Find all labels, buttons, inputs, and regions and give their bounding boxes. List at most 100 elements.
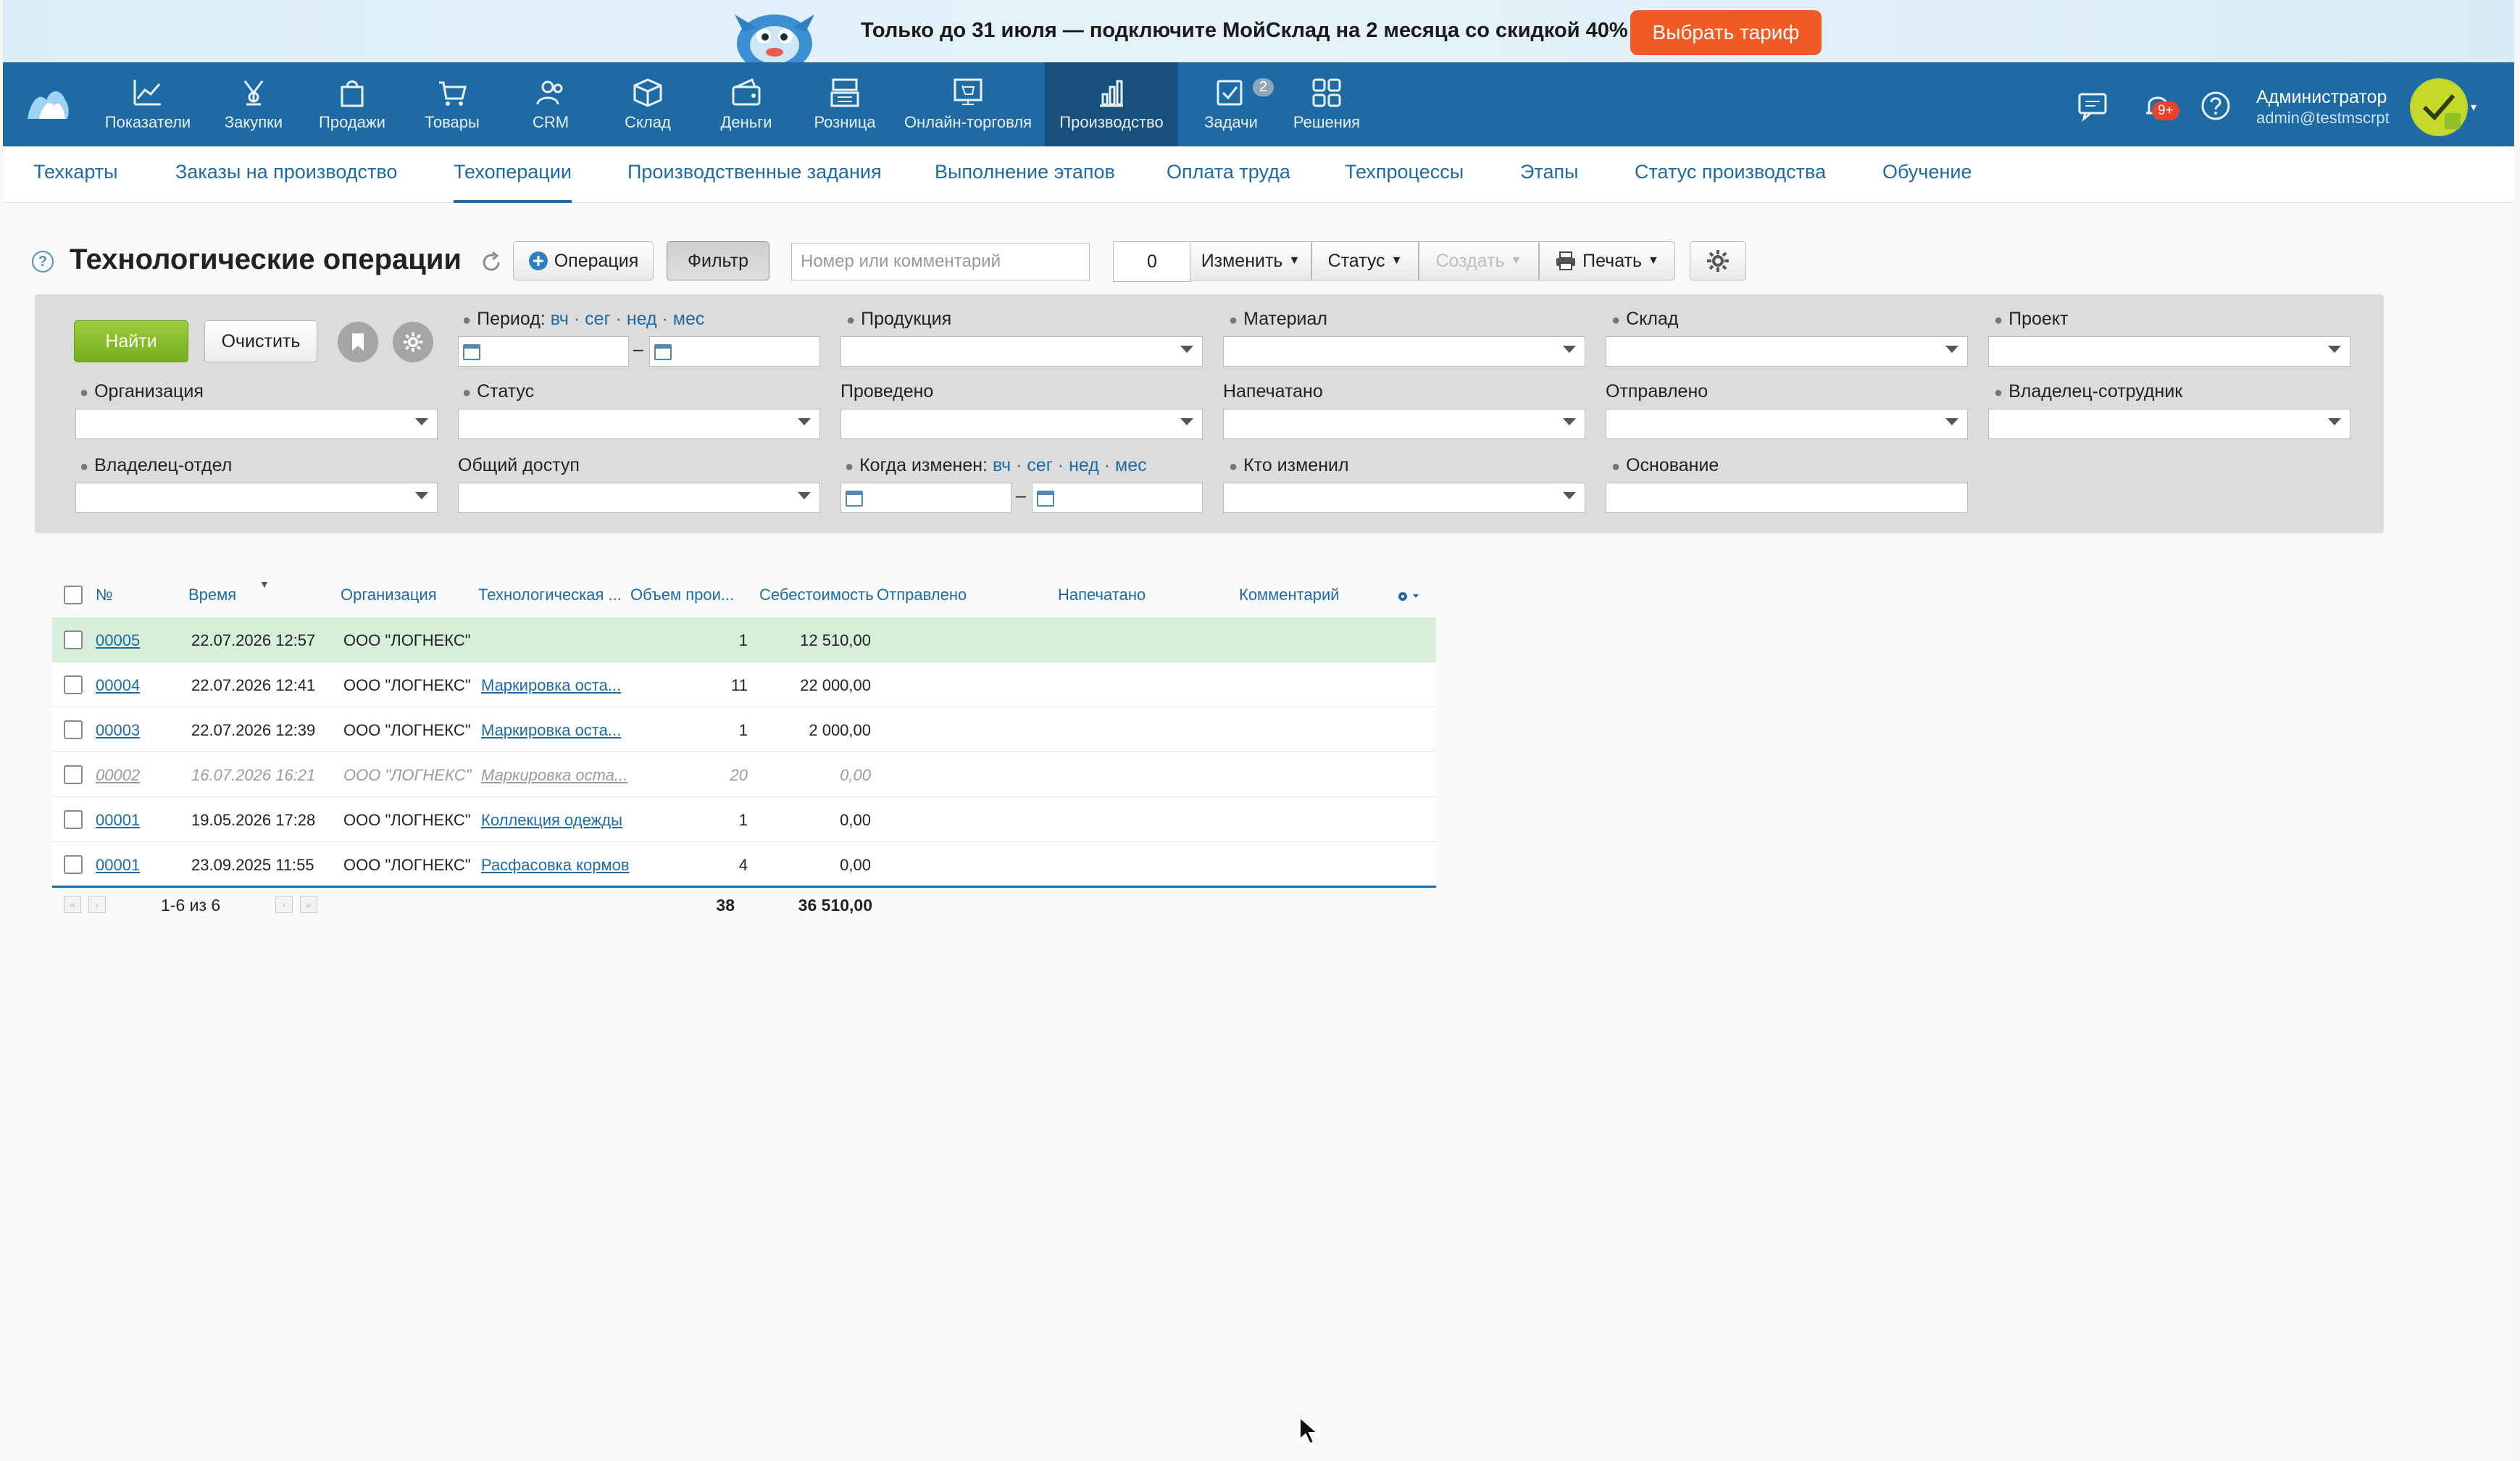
project-select[interactable] (1988, 336, 2350, 367)
changed-quick-links[interactable]: вч · сег · нед · мес (993, 455, 1147, 475)
col-sent[interactable]: Отправлено (877, 586, 967, 604)
changed-by-select[interactable] (1223, 483, 1585, 513)
row-checkbox[interactable] (64, 720, 83, 739)
table-row[interactable]: 00004 22.07.2026 12:41 ООО "ЛОГНЕКС" Мар… (52, 662, 1436, 707)
col-volume[interactable]: Объем прои... (630, 586, 734, 604)
col-cost[interactable]: Себестоимость (759, 586, 874, 604)
calendar-icon[interactable] (463, 344, 480, 360)
bookmark-button[interactable] (338, 322, 378, 362)
row-number-link[interactable]: 00004 (96, 676, 140, 695)
print-button[interactable]: Печать ▼ (1539, 241, 1675, 280)
nav-warehouse[interactable]: Склад (597, 62, 698, 146)
next-page-button[interactable]: › (275, 896, 293, 913)
table-row[interactable]: 00005 22.07.2026 12:57 ООО "ЛОГНЕКС" 1 1… (52, 617, 1436, 662)
add-operation-button[interactable]: Операция (513, 241, 654, 280)
period-quick-links[interactable]: вч · сег · нед · мес (551, 309, 705, 329)
last-page-button[interactable]: » (300, 896, 317, 913)
promo-banner[interactable]: Только до 31 июля — подключите МойСклад … (3, 0, 2514, 62)
select-all-checkbox[interactable] (64, 586, 83, 604)
row-checkbox[interactable] (64, 675, 83, 694)
nav-products[interactable]: Товары (401, 62, 503, 146)
col-comment[interactable]: Комментарий (1239, 586, 1340, 604)
calendar-icon[interactable] (846, 491, 863, 507)
row-checkbox[interactable] (64, 855, 83, 874)
status-select[interactable] (458, 409, 820, 439)
nav-solutions[interactable]: Решения (1280, 62, 1374, 146)
row-checkbox[interactable] (64, 765, 83, 784)
tab-techoperations[interactable]: Техоперации (454, 161, 572, 203)
avatar[interactable] (2410, 78, 2468, 136)
refresh-icon[interactable] (480, 251, 503, 274)
warehouse-select[interactable] (1606, 336, 1968, 367)
row-tech-link[interactable]: Маркировка оста... (481, 721, 621, 740)
status-button[interactable]: Статус ▼ (1311, 241, 1419, 280)
calendar-icon[interactable] (1037, 491, 1054, 507)
row-number-link[interactable]: 00001 (96, 856, 140, 875)
clear-button[interactable]: Очистить (204, 320, 317, 362)
tab-labor-payment[interactable]: Оплата труда (1167, 161, 1290, 203)
prev-page-button[interactable]: ‹ (88, 896, 106, 913)
calendar-icon[interactable] (654, 344, 672, 360)
owner-employee-select[interactable] (1988, 409, 2350, 439)
nav-online-trade[interactable]: Онлайн-торговля (897, 62, 1039, 146)
row-checkbox[interactable] (64, 630, 83, 649)
search-input[interactable]: Номер или комментарий (791, 243, 1090, 280)
first-page-button[interactable]: « (64, 896, 81, 913)
tab-techprocesses[interactable]: Техпроцессы (1345, 161, 1464, 203)
organization-select[interactable] (75, 409, 438, 439)
find-button[interactable]: Найти (74, 320, 188, 362)
table-row[interactable]: 00003 22.07.2026 12:39 ООО "ЛОГНЕКС" Мар… (52, 707, 1436, 752)
table-row[interactable]: 00001 19.05.2026 17:28 ООО "ЛОГНЕКС" Кол… (52, 797, 1436, 842)
changed-to-input[interactable] (1032, 483, 1203, 513)
moysklad-logo-icon[interactable] (25, 84, 71, 125)
tab-learning[interactable]: Обучение (1882, 161, 1972, 203)
col-printed[interactable]: Напечатано (1058, 586, 1146, 604)
col-number[interactable]: № (96, 586, 113, 604)
settings-button[interactable] (1690, 241, 1746, 280)
shared-access-select[interactable] (458, 483, 820, 513)
change-button[interactable]: Изменить ▼ (1190, 241, 1311, 280)
nav-sales[interactable]: Продажи (301, 62, 403, 146)
row-tech-link[interactable]: Маркировка оста... (481, 766, 627, 785)
user-name[interactable]: Администратор (2256, 87, 2387, 108)
col-tech-process[interactable]: Технологическая ... (478, 586, 622, 604)
table-row[interactable]: 00001 23.09.2025 11:55 ООО "ЛОГНЕКС" Рас… (52, 842, 1436, 887)
help-icon[interactable] (2200, 90, 2232, 122)
nav-indicators[interactable]: Показатели (97, 62, 199, 146)
filter-button[interactable]: Фильтр (667, 241, 769, 280)
tab-production-tasks[interactable]: Производственные задания (627, 161, 882, 203)
row-number-link[interactable]: 00002 (96, 766, 140, 785)
material-select[interactable] (1223, 336, 1585, 367)
table-row[interactable]: 00002 16.07.2026 16:21 ООО "ЛОГНЕКС" Мар… (52, 752, 1436, 797)
nav-money[interactable]: Деньги (696, 62, 797, 146)
owner-department-select[interactable] (75, 483, 438, 513)
sent-select[interactable] (1606, 409, 1968, 439)
nav-purchases[interactable]: Закупки (203, 62, 304, 146)
nav-retail[interactable]: Розница (794, 62, 896, 146)
row-tech-link[interactable]: Коллекция одежды (481, 811, 622, 830)
row-number-link[interactable]: 00003 (96, 721, 140, 740)
nav-crm[interactable]: CRM (500, 62, 601, 146)
row-checkbox[interactable] (64, 810, 83, 829)
basis-input[interactable] (1606, 483, 1968, 513)
tab-stage-execution[interactable]: Выполнение этапов (935, 161, 1115, 203)
chat-icon[interactable] (2077, 90, 2108, 122)
nav-tasks[interactable]: Задачи 2 (1184, 62, 1278, 146)
printed-select[interactable] (1223, 409, 1585, 439)
period-to-input[interactable] (649, 336, 820, 367)
changed-from-input[interactable] (840, 483, 1011, 513)
col-organization[interactable]: Организация (341, 586, 437, 604)
tab-production-orders[interactable]: Заказы на производство (175, 161, 397, 203)
col-time[interactable]: Время (188, 586, 236, 604)
row-number-link[interactable]: 00005 (96, 631, 140, 650)
choose-plan-button[interactable]: Выбрать тариф (1630, 10, 1822, 55)
columns-settings-icon[interactable] (1395, 588, 1424, 604)
row-tech-link[interactable]: Маркировка оста... (481, 676, 621, 695)
row-number-link[interactable]: 00001 (96, 811, 140, 830)
product-select[interactable] (840, 336, 1203, 367)
help-circle-icon[interactable]: ? (32, 251, 54, 272)
chevron-down-icon[interactable]: ▾ (2471, 100, 2477, 115)
period-from-input[interactable] (458, 336, 629, 367)
row-tech-link[interactable]: Расфасовка кормов (481, 856, 630, 875)
filter-settings-button[interactable] (393, 322, 433, 362)
